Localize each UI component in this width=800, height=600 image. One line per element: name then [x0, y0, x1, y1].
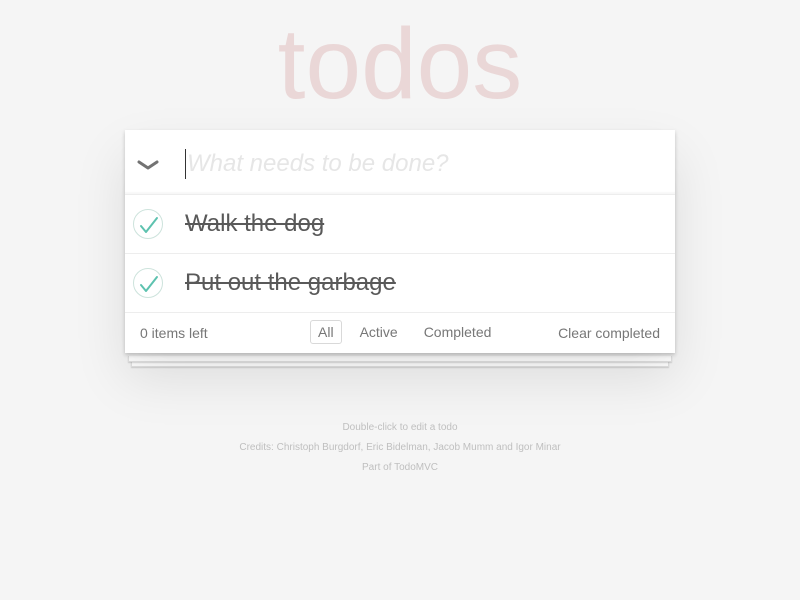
checkmark-icon — [140, 276, 158, 292]
edit-hint: Double-click to edit a todo — [342, 422, 458, 433]
chevron-down-icon[interactable] — [135, 152, 161, 178]
todo-item: Put out the garbage — [125, 254, 675, 313]
credits: Credits: Christoph Burgdorf, Eric Bidelm… — [239, 442, 561, 453]
todo-label[interactable]: Walk the dog — [185, 210, 324, 238]
toggle-checkbox[interactable] — [133, 268, 163, 298]
part-of-link[interactable]: Part of TodoMVC — [0, 458, 800, 478]
info-footer: Double-click to edit a todo Credits: Chr… — [0, 418, 800, 478]
new-todo-input[interactable] — [185, 149, 655, 179]
stack-shadow-1 — [128, 356, 672, 362]
footer: 0 items left All Active Completed Clear … — [125, 313, 675, 353]
checkmark-icon — [140, 217, 158, 233]
todo-item: Walk the dog — [125, 195, 675, 254]
todo-label[interactable]: Put out the garbage — [185, 269, 396, 297]
app-title: todos — [277, 8, 523, 120]
filter-completed[interactable]: Completed — [416, 320, 500, 344]
toggle-checkbox[interactable] — [133, 209, 163, 239]
filters: All Active Completed — [305, 320, 504, 344]
filter-all[interactable]: All — [310, 320, 342, 344]
filter-active[interactable]: Active — [352, 320, 406, 344]
clear-completed-button[interactable]: Clear completed — [558, 325, 660, 341]
todo-count: 0 items left — [140, 325, 208, 341]
header — [125, 130, 675, 195]
todo-list: Walk the dog Put out the garbage — [125, 195, 675, 313]
todo-app: Walk the dog Put out the garbage 0 items… — [125, 130, 675, 353]
